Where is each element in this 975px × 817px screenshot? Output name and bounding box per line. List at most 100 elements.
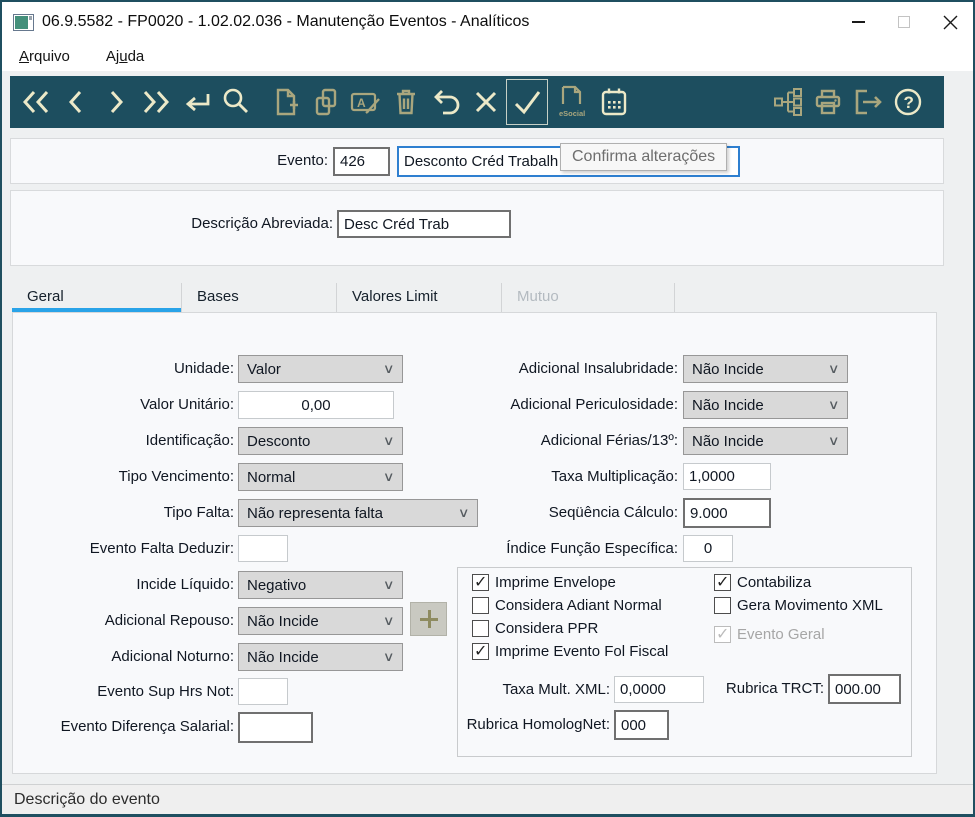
cancel-button[interactable]: [466, 80, 506, 124]
chevron-down-icon: ∨: [383, 649, 396, 664]
sequencia-calculo-input[interactable]: [683, 498, 771, 528]
rubrica-homolognet-input[interactable]: [614, 710, 669, 740]
minimize-button[interactable]: [835, 2, 881, 42]
menu-ajuda[interactable]: Ajuda: [103, 46, 147, 67]
adicional-repouso-select[interactable]: Não Incide ∨: [238, 607, 403, 635]
identificacao-select[interactable]: Desconto ∨: [238, 427, 403, 455]
search-icon: [223, 88, 248, 113]
last-record-button[interactable]: [136, 80, 176, 124]
exit-button[interactable]: [848, 80, 888, 124]
minimize-icon: [851, 21, 865, 23]
tipo-vencimento-select[interactable]: Normal ∨: [238, 463, 403, 491]
go-icon: [185, 94, 210, 112]
confirm-button[interactable]: [506, 79, 548, 125]
help-button[interactable]: ?: [888, 80, 928, 124]
svg-text:A: A: [357, 96, 366, 110]
evento-sup-hrs-not-input[interactable]: [238, 678, 288, 705]
maximize-button[interactable]: [881, 2, 927, 42]
search-button[interactable]: [216, 80, 256, 124]
chevron-down-icon: ∨: [828, 361, 841, 376]
evento-label: Evento:: [277, 152, 328, 169]
menu-arquivo[interactable]: Arquivo: [16, 46, 73, 67]
print-button[interactable]: [808, 80, 848, 124]
taxa-multiplicacao-label: Taxa Multiplicação:: [551, 468, 678, 485]
tab-mutuo[interactable]: Mutuo: [502, 283, 675, 312]
taxa-mult-xml-input[interactable]: [614, 676, 704, 703]
incide-liquido-select[interactable]: Negativo ∨: [238, 571, 403, 599]
indice-funcao-especifica-input[interactable]: [683, 535, 733, 562]
app-icon: [13, 13, 34, 31]
descricao-abreviada-input[interactable]: [337, 210, 511, 238]
adicional-ferias-13-label: Adicional Férias/13º:: [540, 432, 678, 449]
next-record-button[interactable]: [96, 80, 136, 124]
program-tree-button[interactable]: [768, 80, 808, 124]
adicional-ferias-13-select[interactable]: Não Incide ∨: [683, 427, 848, 455]
go-button[interactable]: [176, 80, 216, 124]
checkbox-contabiliza[interactable]: Contabiliza: [714, 572, 811, 592]
checkbox-considera-ppr[interactable]: Considera PPR: [472, 620, 598, 637]
title-bar: 06.9.5582 - FP0020 - 1.02.02.036 - Manut…: [2, 2, 973, 42]
print-icon: [815, 89, 841, 115]
rubrica-trct-input[interactable]: [828, 674, 901, 704]
adicional-noturno-label: Adicional Noturno:: [111, 648, 234, 665]
adicional-insalubridade-select[interactable]: Não Incide ∨: [683, 355, 848, 383]
adicional-periculosidade-select[interactable]: Não Incide ∨: [683, 391, 848, 419]
delete-record-button[interactable]: [386, 80, 426, 124]
tipo-falta-select[interactable]: Não representa falta ∨: [238, 499, 478, 527]
tab-valores-limit[interactable]: Valores Limit: [337, 283, 502, 312]
esocial-button[interactable]: eSocial: [548, 80, 594, 124]
valor-unitario-input[interactable]: [238, 391, 394, 419]
help-icon: ?: [894, 88, 922, 116]
checkbox-box: [714, 572, 731, 592]
evento-diferenca-salarial-input[interactable]: [238, 712, 313, 743]
toolbar: A eSocial ?: [10, 76, 944, 128]
undo-button[interactable]: [426, 80, 466, 124]
checkbox-gera-movimento-xml[interactable]: Gera Movimento XML: [714, 597, 883, 614]
indice-funcao-especifica-label: Índice Função Específica:: [506, 540, 678, 557]
chevron-down-icon: ∨: [383, 577, 396, 592]
evento-input[interactable]: [333, 147, 390, 176]
checkbox-considera-adiant-normal[interactable]: Considera Adiant Normal: [472, 597, 662, 614]
adicional-noturno-select[interactable]: Não Incide ∨: [238, 643, 403, 671]
checkbox-imprime-evento-fol-fiscal[interactable]: Imprime Evento Fol Fiscal: [472, 641, 668, 661]
unidade-select[interactable]: Valor ∨: [238, 355, 403, 383]
sequencia-calculo-label: Seqüência Cálculo:: [548, 504, 678, 521]
app-window: 06.9.5582 - FP0020 - 1.02.02.036 - Manut…: [0, 0, 975, 817]
confirm-tooltip: Confirma alterações: [560, 143, 728, 171]
edit-record-button[interactable]: A: [346, 80, 386, 124]
cancel-icon: [475, 91, 497, 113]
tab-bases[interactable]: Bases: [182, 283, 337, 312]
evento-panel: Evento: Confirma alterações: [10, 138, 944, 184]
chevron-down-icon: ∨: [383, 361, 396, 376]
checkbox-imprime-envelope[interactable]: Imprime Envelope: [472, 572, 616, 592]
add-button[interactable]: [410, 602, 447, 636]
checkbox-box: [472, 597, 489, 614]
calendar-button[interactable]: [594, 80, 634, 124]
delete-record-icon: [397, 89, 415, 115]
first-record-button[interactable]: [16, 80, 56, 124]
new-record-button[interactable]: [266, 80, 306, 124]
chevron-down-icon: ∨: [828, 433, 841, 448]
adicional-insalubridade-label: Adicional Insalubridade:: [518, 360, 678, 377]
checkbox-box: [472, 620, 489, 637]
incide-liquido-label: Incide Líquido:: [136, 576, 234, 593]
window-title: 06.9.5582 - FP0020 - 1.02.02.036 - Manut…: [42, 13, 530, 30]
tab-strip: Geral Bases Valores Limit Mutuo: [12, 283, 937, 312]
close-button[interactable]: [927, 2, 973, 42]
chevron-down-icon: ∨: [383, 613, 396, 628]
tab-geral[interactable]: Geral: [12, 283, 182, 312]
copy-record-button[interactable]: [306, 80, 346, 124]
esocial-icon: eSocial: [559, 85, 585, 118]
previous-record-button[interactable]: [56, 80, 96, 124]
chevron-down-icon: ∨: [383, 433, 396, 448]
taxa-multiplicacao-input[interactable]: [683, 463, 771, 490]
evento-diferenca-salarial-label: Evento Diferença Salarial:: [60, 718, 234, 735]
next-record-icon: [110, 90, 124, 114]
previous-record-icon: [68, 90, 82, 114]
copy-record-icon: [315, 88, 337, 116]
evento-falta-deduzir-label: Evento Falta Deduzir:: [89, 540, 234, 557]
tab-filler: [675, 283, 937, 312]
tab-content-geral: Unidade: Valor∨ Valor Unitário: Identifi…: [12, 312, 937, 774]
evento-falta-deduzir-input[interactable]: [238, 535, 288, 562]
checkbox-box: [714, 597, 731, 614]
